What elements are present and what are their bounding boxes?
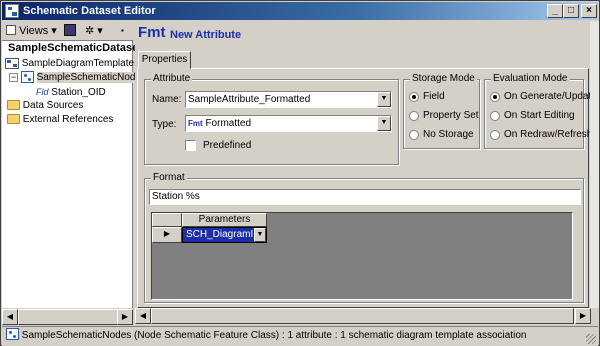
title-bar[interactable]: Schematic Dataset Editor _ □ × <box>2 2 598 20</box>
tree-horizontal-scrollbar[interactable]: ◀ ▶ <box>2 308 133 325</box>
evaluation-mode-group: Evaluation Mode On Generate/Update On St… <box>484 73 597 149</box>
tree-root-dataset[interactable]: SampleSchematicDataset <box>8 42 142 54</box>
storage-property-set-radio[interactable] <box>409 111 419 121</box>
tools-menu-button[interactable]: ✲ ▾ <box>85 23 111 39</box>
tree-item-station-oid[interactable]: Fld Station_OID <box>36 85 106 99</box>
tools-dropdown-icon: ▾ <box>97 25 103 37</box>
scroll-right-icon[interactable]: ▶ <box>575 308 591 324</box>
scroll-left-icon[interactable]: ◀ <box>2 309 18 325</box>
status-bar: SampleSchematicNodes (Node Schematic Fea… <box>2 326 598 346</box>
status-text: SampleSchematicNodes (Node Schematic Fea… <box>21 330 527 341</box>
panel-horizontal-scrollbar[interactable]: ◀ ▶ <box>135 308 591 324</box>
properties-panel: Fmt New Attribute Properties Attribute N… <box>135 21 599 325</box>
evaluation-mode-label: Evaluation Mode <box>491 73 570 84</box>
tools-icon: ✲ <box>85 25 95 37</box>
format-group-label: Format <box>151 172 187 183</box>
chevron-down-icon[interactable]: ▼ <box>377 116 391 131</box>
diagram-template-icon <box>5 57 19 69</box>
scroll-left-icon[interactable]: ◀ <box>135 308 151 324</box>
window-title: Schematic Dataset Editor <box>23 5 156 17</box>
properties-tab-panel: Attribute Name: SampleAttribute_Formatte… <box>137 68 597 308</box>
collapse-icon[interactable]: − <box>9 72 18 82</box>
folder-icon <box>7 100 20 111</box>
scroll-thumb[interactable] <box>18 309 118 325</box>
chevron-down-icon[interactable]: ▼ <box>254 228 266 242</box>
field-icon: Fld <box>36 87 49 97</box>
storage-field-label: Field <box>423 91 445 102</box>
eval-start-editing-radio[interactable] <box>490 111 500 121</box>
scroll-right-icon[interactable]: ▶ <box>117 309 133 325</box>
tree-item-external-references[interactable]: External References <box>7 113 113 127</box>
type-combo[interactable]: Fmt Formatted ▼ <box>185 115 392 132</box>
storage-mode-label: Storage Mode <box>410 73 477 84</box>
chevron-down-icon[interactable]: ▼ <box>377 92 391 107</box>
tree-item-label: External References <box>22 114 114 125</box>
name-value: SampleAttribute_Formatted <box>188 94 311 105</box>
views-button[interactable]: Views ▾ <box>6 23 58 39</box>
eval-generate-update-radio[interactable] <box>490 92 500 102</box>
attribute-group-label: Attribute <box>151 73 193 84</box>
eval-start-editing-label: On Start Editing <box>504 110 575 121</box>
maximize-button[interactable]: □ <box>563 4 579 18</box>
tab-properties[interactable]: Properties <box>138 51 191 69</box>
views-dropdown-icon: ▾ <box>51 25 57 37</box>
schematic-dataset-editor-window: Schematic Dataset Editor _ □ × Views ▾ ✲… <box>0 0 600 346</box>
parameters-column-header: Parameters <box>182 213 267 227</box>
tree-item-schematic-nodes[interactable]: − SampleSchematicNodes <box>9 71 147 85</box>
type-label: Type: <box>152 119 177 130</box>
tree-item-label: Station_OID <box>51 87 106 98</box>
storage-no-storage-label: No Storage <box>423 129 474 140</box>
resize-grip[interactable] <box>586 334 596 344</box>
attribute-group: Attribute Name: SampleAttribute_Formatte… <box>144 73 399 165</box>
storage-mode-group: Storage Mode Field Property Set No Stora… <box>403 73 480 149</box>
format-group: Format Station %s Parameters ▶ SCH_Diagr… <box>144 172 584 303</box>
formatted-type-icon: Fmt <box>188 119 203 128</box>
storage-no-storage-radio[interactable] <box>409 130 419 140</box>
folder-icon <box>7 114 20 125</box>
tree-item-label: Data Sources <box>22 100 84 111</box>
format-string-input[interactable]: Station %s <box>149 189 581 205</box>
predefined-label: Predefined <box>203 140 252 151</box>
eval-redraw-refresh-label: On Redraw/Refresh <box>504 129 593 140</box>
storage-field-radio[interactable] <box>409 92 419 102</box>
name-combo[interactable]: SampleAttribute_Formatted ▼ <box>185 91 392 108</box>
save-button[interactable] <box>64 23 80 39</box>
node-feature-class-icon <box>6 328 19 341</box>
eval-redraw-refresh-radio[interactable] <box>490 130 500 140</box>
tree-item-label: SampleDiagramTemplate <box>21 58 135 69</box>
name-label: Name: <box>152 94 182 105</box>
type-value: Formatted <box>205 118 252 129</box>
panel-title: New Attribute <box>170 29 242 41</box>
views-icon <box>6 25 16 36</box>
storage-property-set-label: Property Set <box>423 110 479 121</box>
panel-vertical-scrollbar[interactable] <box>590 21 599 308</box>
views-label: Views <box>19 25 49 37</box>
save-icon <box>64 24 76 37</box>
panel-header: Fmt New Attribute <box>135 21 599 49</box>
grid-corner <box>152 213 182 227</box>
minimize-button[interactable]: _ <box>547 4 563 18</box>
tree-item-diagram-template[interactable]: SampleDiagramTemplate <box>5 57 134 71</box>
predefined-checkbox[interactable] <box>185 140 196 151</box>
parameter-value: SCH_DiagramID <box>186 229 261 240</box>
tree-panel: Views ▾ ✲ ▾ ▪ SampleSchematicDataset Sam… <box>2 21 147 325</box>
node-feature-class-icon <box>20 71 34 84</box>
app-icon <box>5 4 19 18</box>
close-button[interactable]: × <box>581 4 597 18</box>
scroll-thumb[interactable] <box>151 308 574 324</box>
parameter-combo[interactable]: SCH_DiagramID ▼ <box>182 227 267 243</box>
parameters-grid: Parameters ▶ SCH_DiagramID ▼ <box>151 212 573 300</box>
eval-generate-update-label: On Generate/Update <box>504 91 597 102</box>
row-indicator-icon: ▶ <box>152 227 182 243</box>
formatted-attribute-icon: Fmt <box>138 24 166 41</box>
tree-toolbar: Views ▾ ✲ ▾ ▪ <box>2 21 133 41</box>
tree-item-data-sources[interactable]: Data Sources <box>7 99 83 113</box>
pin-icon[interactable]: ▪ <box>121 23 131 39</box>
tree-item-label: SampleSchematicNodes <box>36 72 147 83</box>
